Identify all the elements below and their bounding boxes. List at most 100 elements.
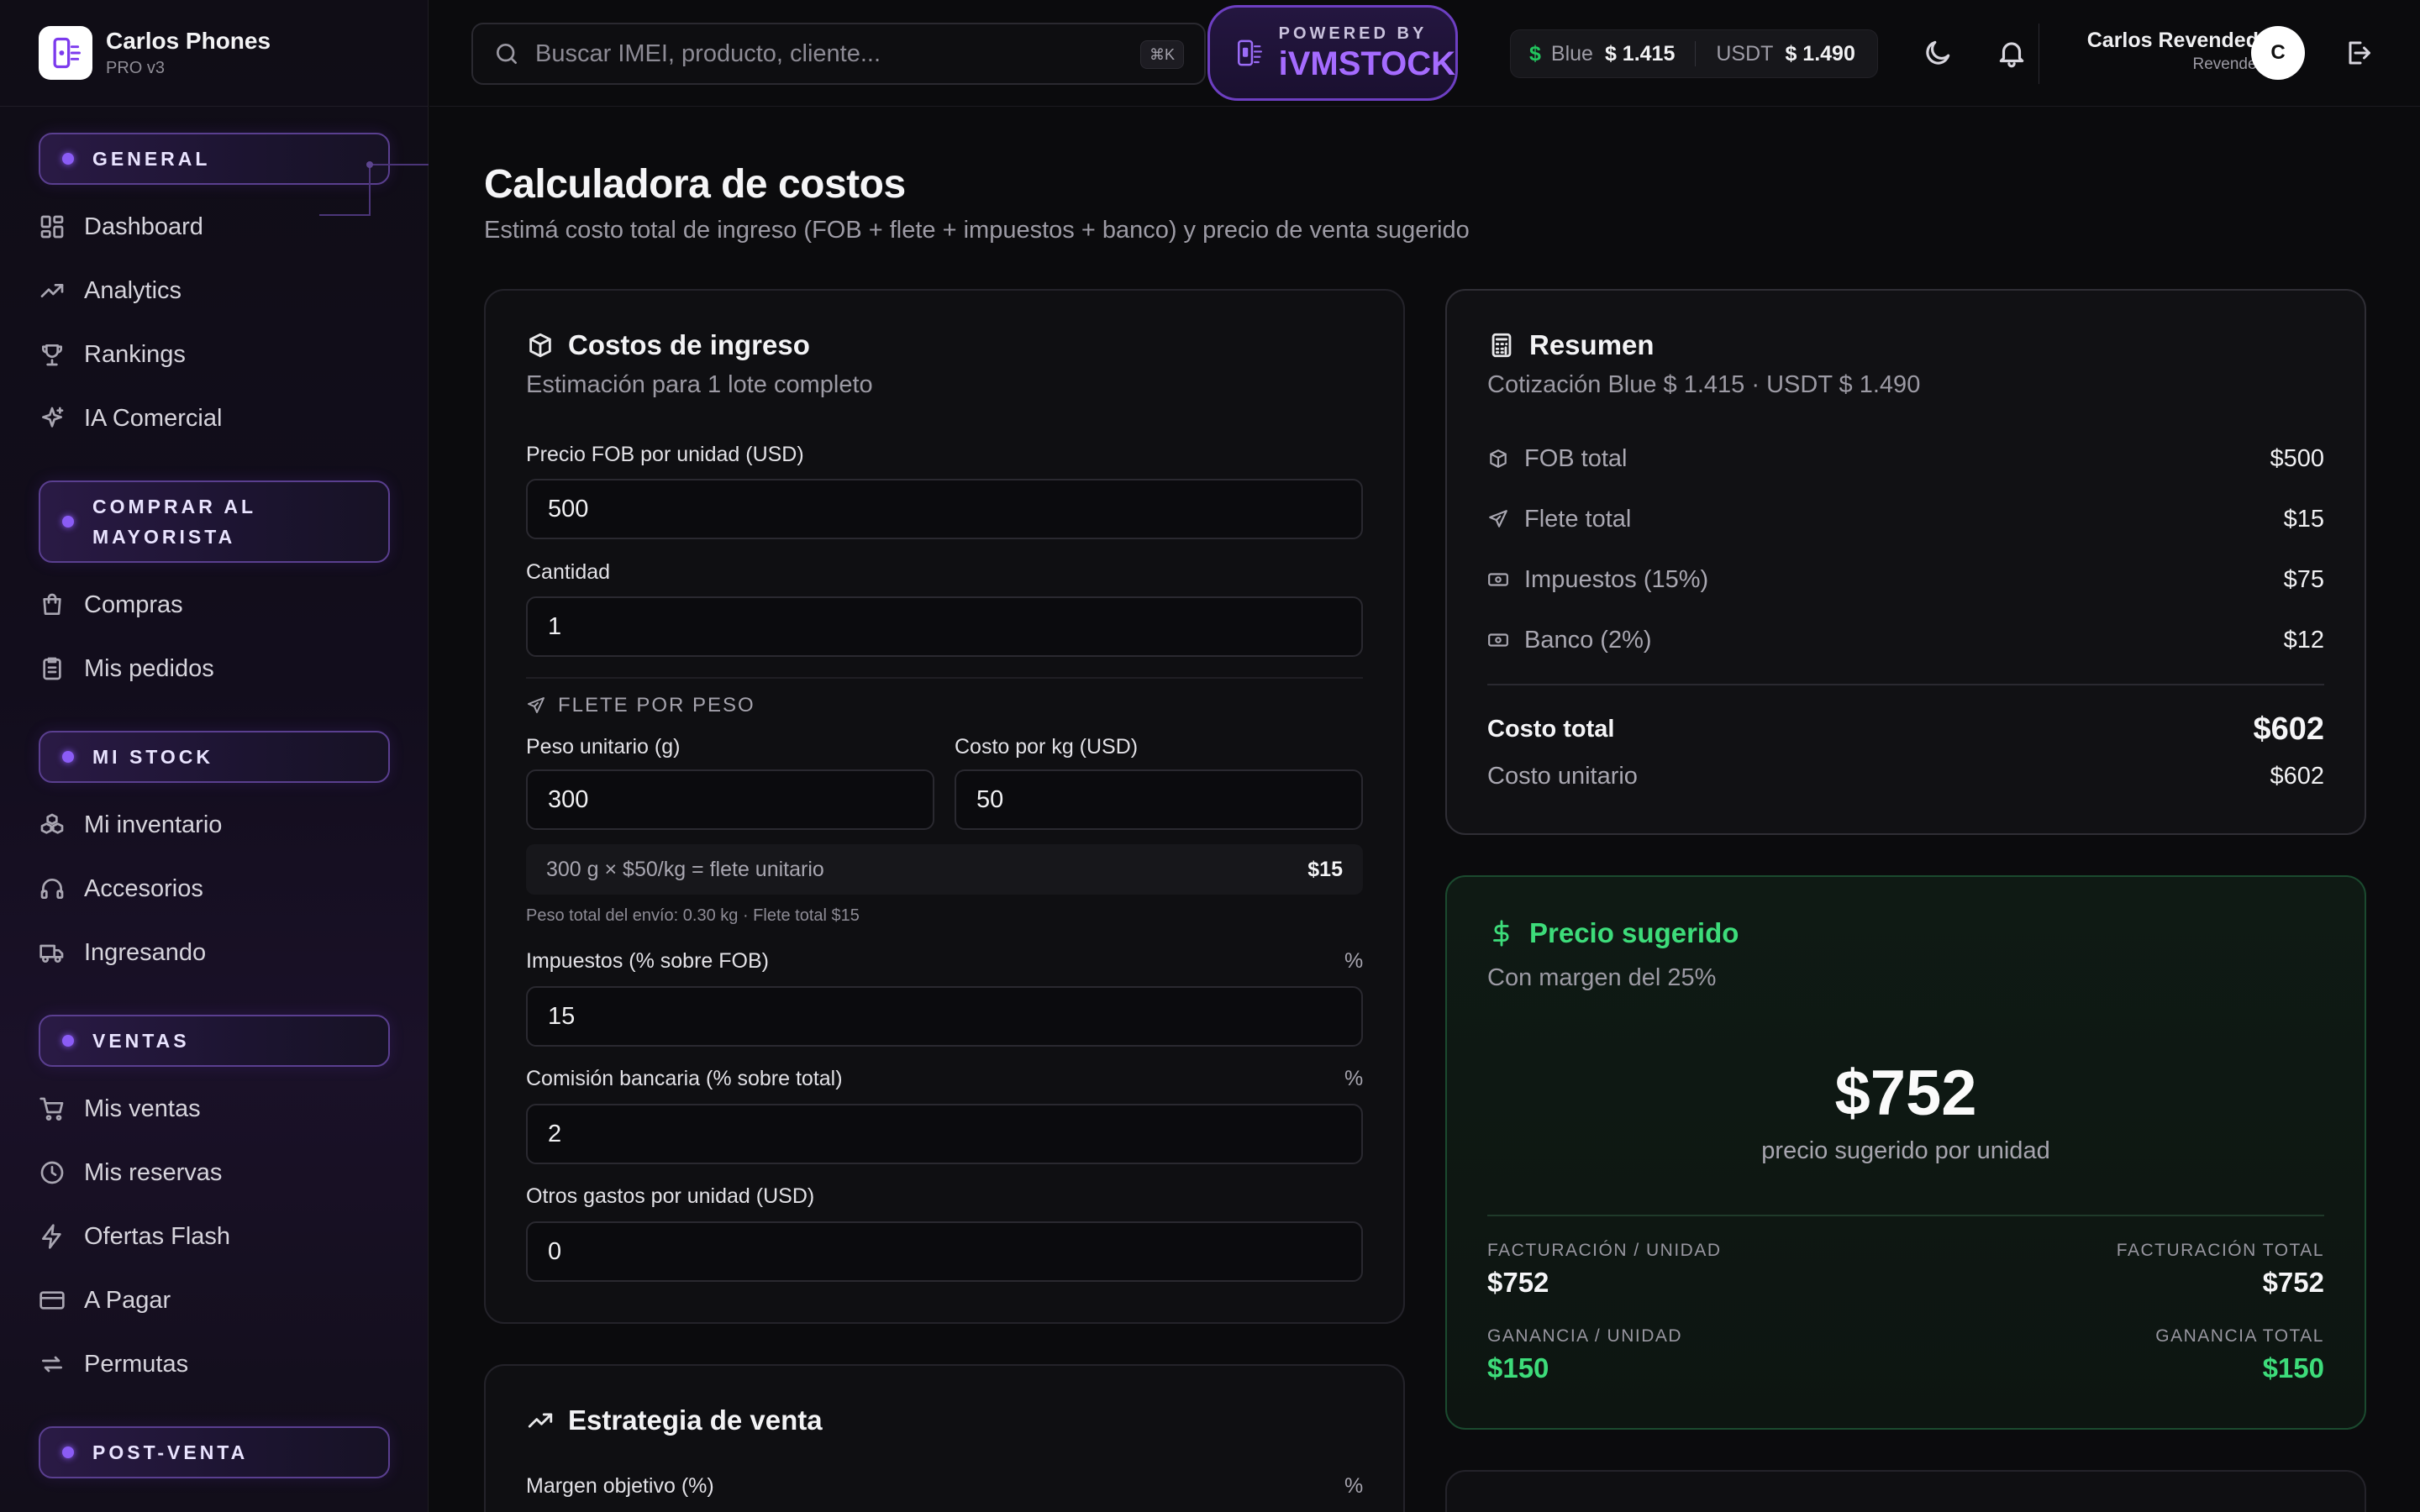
sidebar-item-rankings[interactable]: Rankings bbox=[39, 331, 390, 378]
bank-fee-input[interactable] bbox=[548, 1120, 1361, 1148]
quantity-input[interactable] bbox=[548, 612, 1361, 641]
profit-total-value: $150 bbox=[2262, 1352, 2324, 1383]
strategy-card-title-text: Estrategia de venta bbox=[568, 1404, 823, 1436]
lightning-icon bbox=[42, 1224, 61, 1249]
sidebar-item-a-pagar[interactable]: A Pagar bbox=[39, 1277, 390, 1324]
section-dot bbox=[62, 1035, 74, 1047]
summary-unit-row: Costo unitario $602 bbox=[1487, 759, 2324, 793]
summary-row-value: $75 bbox=[2283, 565, 2324, 593]
rates-divider bbox=[1695, 41, 1697, 66]
blue-rate-value: $ 1.415 bbox=[1604, 41, 1676, 66]
sidebar-item-ofertas-flash[interactable]: Ofertas Flash bbox=[39, 1213, 390, 1260]
sidebar-item-mis-reservas[interactable]: Mis reservas bbox=[39, 1149, 390, 1196]
cost-per-kg-field[interactable] bbox=[955, 769, 1363, 830]
section-label: COMPRAR AL MAYORISTA bbox=[92, 491, 256, 552]
other-costs-label: Otros gastos por unidad (USD) bbox=[526, 1184, 815, 1208]
summary-card-subtitle: Cotización Blue $ 1.415 · USDT $ 1.490 bbox=[1487, 371, 1921, 398]
section-ventas: VENTAS bbox=[39, 1015, 390, 1067]
fob-label: Precio FOB por unidad (USD) bbox=[526, 443, 804, 466]
quantity-field[interactable] bbox=[526, 596, 1363, 657]
summary-row-label: Flete total bbox=[1524, 505, 1632, 533]
sidebar-item-mis-pedidos[interactable]: Mis pedidos bbox=[39, 645, 390, 692]
section-dot bbox=[62, 153, 74, 165]
sidebar-item-label: Ofertas Flash bbox=[84, 1222, 231, 1250]
strategy-card-title: Estrategia de venta bbox=[526, 1404, 823, 1436]
sidebar-item-mi-inventario[interactable]: Mi inventario bbox=[39, 801, 390, 848]
sidebar-item-label: Mi inventario bbox=[84, 811, 223, 838]
sidebar-item-label: Rankings bbox=[84, 340, 186, 368]
billing-unit-value: $752 bbox=[1487, 1267, 1549, 1298]
sidebar-item-label: IA Comercial bbox=[84, 404, 223, 432]
sparkles-icon bbox=[42, 407, 64, 428]
cost-per-kg-input[interactable] bbox=[976, 785, 1361, 814]
brand[interactable]: Carlos Phones PRO v3 bbox=[39, 25, 271, 81]
sidebar-item-analytics[interactable]: Analytics bbox=[39, 267, 390, 314]
summary-divider bbox=[1487, 684, 2324, 685]
tax-label: Impuestos (% sobre FOB) bbox=[526, 949, 769, 973]
powered-by-label: POWERED BY bbox=[1278, 24, 1428, 43]
trophy-icon bbox=[42, 344, 62, 366]
powered-by-badge[interactable]: POWERED BY iVMSTOCK bbox=[1207, 5, 1458, 101]
fob-field[interactable] bbox=[526, 479, 1363, 539]
tax-input[interactable] bbox=[548, 1002, 1361, 1031]
costs-card-title: Costos de ingreso bbox=[526, 329, 810, 361]
sidebar-item-dashboard[interactable]: Dashboard bbox=[39, 203, 390, 250]
weight-input[interactable] bbox=[548, 785, 933, 814]
banknote-icon bbox=[1488, 633, 1508, 647]
sidebar-divider bbox=[0, 106, 429, 107]
summary-row-taxes: Impuestos (15%) $75 bbox=[1487, 563, 2324, 596]
weight-field[interactable] bbox=[526, 769, 934, 830]
clipboard-list-icon bbox=[43, 657, 61, 680]
sidebar-item-accesorios[interactable]: Accesorios bbox=[39, 865, 390, 912]
logout-icon[interactable] bbox=[2343, 38, 2373, 68]
sidebar-item-label: Mis ventas bbox=[84, 1095, 201, 1122]
total-cost-value: $602 bbox=[2253, 711, 2324, 747]
sidebar-item-label: Accesorios bbox=[84, 874, 203, 902]
quantity-label: Cantidad bbox=[526, 560, 611, 584]
sidebar-item-label: Analytics bbox=[84, 276, 182, 304]
weight-label: Peso unitario (g) bbox=[526, 735, 681, 759]
sidebar-item-ia-comercial[interactable]: IA Comercial bbox=[39, 395, 390, 442]
summary-row-value: $12 bbox=[2283, 626, 2324, 654]
other-costs-input[interactable] bbox=[548, 1237, 1361, 1266]
cost-per-kg-label: Costo por kg (USD) bbox=[955, 735, 1139, 759]
profit-unit-label: GANANCIA / UNIDAD bbox=[1487, 1326, 1683, 1346]
section-mi-stock: MI STOCK bbox=[39, 731, 390, 783]
costs-card-subtitle: Estimación para 1 lote completo bbox=[526, 371, 873, 398]
sidebar-item-compras[interactable]: Compras bbox=[39, 581, 390, 628]
credit-card-icon bbox=[39, 1291, 65, 1310]
summary-row-value: $15 bbox=[2283, 505, 2324, 533]
tax-percent-unit: % bbox=[1344, 949, 1364, 973]
tax-field[interactable] bbox=[526, 986, 1363, 1047]
section-comprar-mayorista: COMPRAR AL MAYORISTA bbox=[39, 480, 390, 563]
bank-fee-field[interactable] bbox=[526, 1104, 1363, 1164]
next-card bbox=[1445, 1470, 2366, 1512]
section-label-line1: COMPRAR AL bbox=[92, 496, 257, 517]
plane-icon bbox=[528, 697, 544, 713]
avatar[interactable]: C bbox=[2251, 26, 2305, 80]
page-subtitle: Estimá costo total de ingreso (FOB + fle… bbox=[484, 217, 1470, 244]
costs-card-title-text: Costos de ingreso bbox=[568, 329, 810, 360]
bell-icon[interactable] bbox=[1996, 37, 2028, 69]
search-box[interactable]: ⌘K bbox=[471, 23, 1206, 85]
weight-note: Peso total del envío: 0.30 kg · Flete to… bbox=[526, 906, 860, 925]
suggested-divider bbox=[1487, 1215, 2324, 1216]
sidebar-item-mis-ventas[interactable]: Mis ventas bbox=[39, 1085, 390, 1132]
moon-icon[interactable] bbox=[1922, 37, 1954, 69]
section-label: MI STOCK bbox=[92, 746, 214, 768]
brand-plan: PRO v3 bbox=[106, 59, 166, 77]
sidebar-item-ingresando[interactable]: Ingresando bbox=[39, 929, 390, 976]
sidebar-item-permutas[interactable]: Permutas bbox=[39, 1341, 390, 1388]
search-input[interactable] bbox=[535, 39, 1123, 68]
summary-row-value: $500 bbox=[2270, 444, 2324, 472]
unit-cost-value: $602 bbox=[2270, 762, 2324, 790]
billing-total-label: FACTURACIÓN TOTAL bbox=[2116, 1241, 2324, 1260]
section-post-venta: POST-VENTA bbox=[39, 1426, 390, 1478]
other-costs-field[interactable] bbox=[526, 1221, 1363, 1282]
sidebar: Carlos Phones PRO v3 GENERAL Dashboard A… bbox=[0, 0, 429, 1512]
fob-input[interactable] bbox=[548, 495, 1361, 523]
trending-up-icon bbox=[528, 1413, 553, 1428]
box-icon bbox=[1490, 449, 1507, 468]
summary-row-fob: FOB total $500 bbox=[1487, 442, 2324, 475]
summary-row-label: Banco (2%) bbox=[1524, 626, 1652, 654]
